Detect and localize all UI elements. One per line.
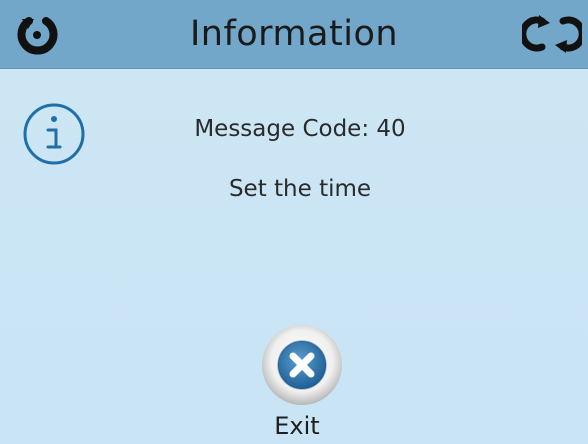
refresh-icon bbox=[519, 15, 586, 53]
exit-label: Exit bbox=[274, 412, 320, 440]
message-text: Set the time bbox=[228, 176, 372, 202]
refresh-button[interactable] bbox=[519, 14, 586, 54]
message-code: Message Code: 40 bbox=[194, 116, 406, 142]
page-title: Information bbox=[189, 14, 399, 54]
information-screen: Information Message Code: 40 Set the tim… bbox=[0, 0, 588, 444]
exit-button[interactable] bbox=[259, 322, 345, 408]
exit-button-graphic bbox=[262, 325, 342, 405]
header-bar: Information bbox=[0, 0, 588, 69]
